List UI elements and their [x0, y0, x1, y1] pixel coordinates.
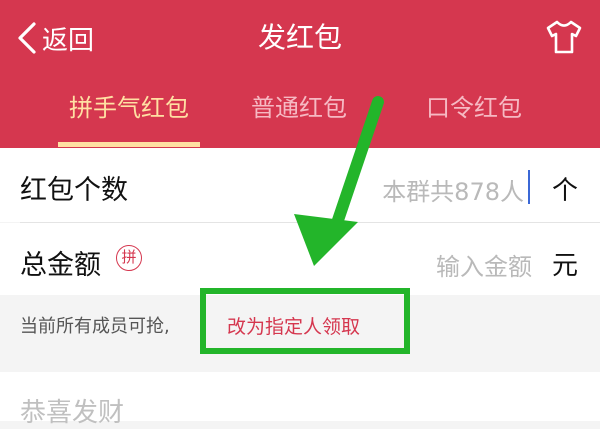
annotation-arrow — [294, 96, 384, 266]
